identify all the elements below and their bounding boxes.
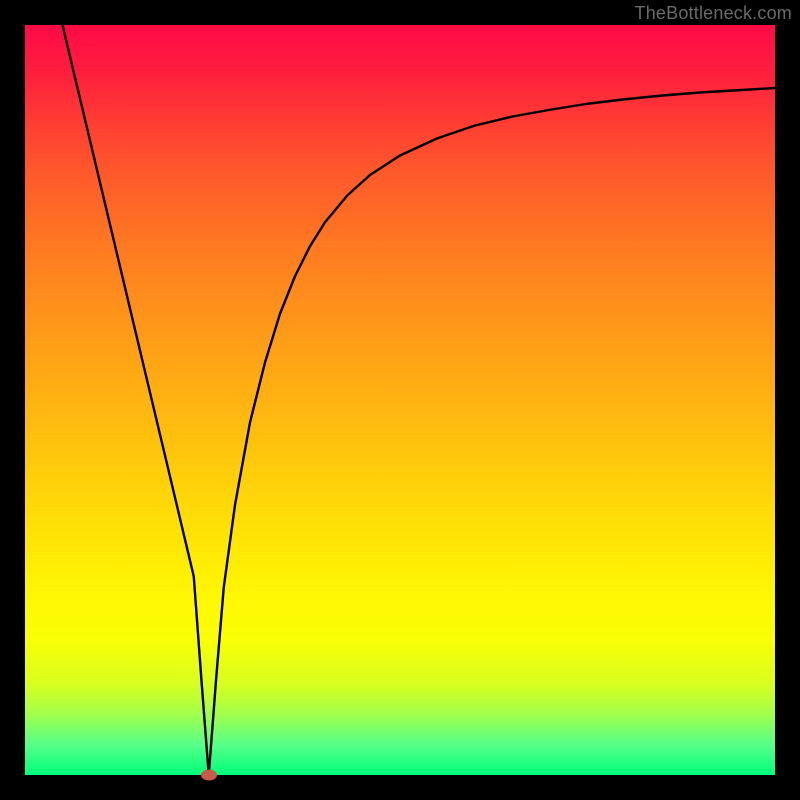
chart-frame: TheBottleneck.com (0, 0, 800, 800)
curve-layer (25, 25, 775, 775)
watermark-text: TheBottleneck.com (635, 3, 792, 24)
plot-area (25, 25, 775, 775)
optimal-point-marker (201, 770, 217, 781)
bottleneck-curve (63, 25, 776, 775)
